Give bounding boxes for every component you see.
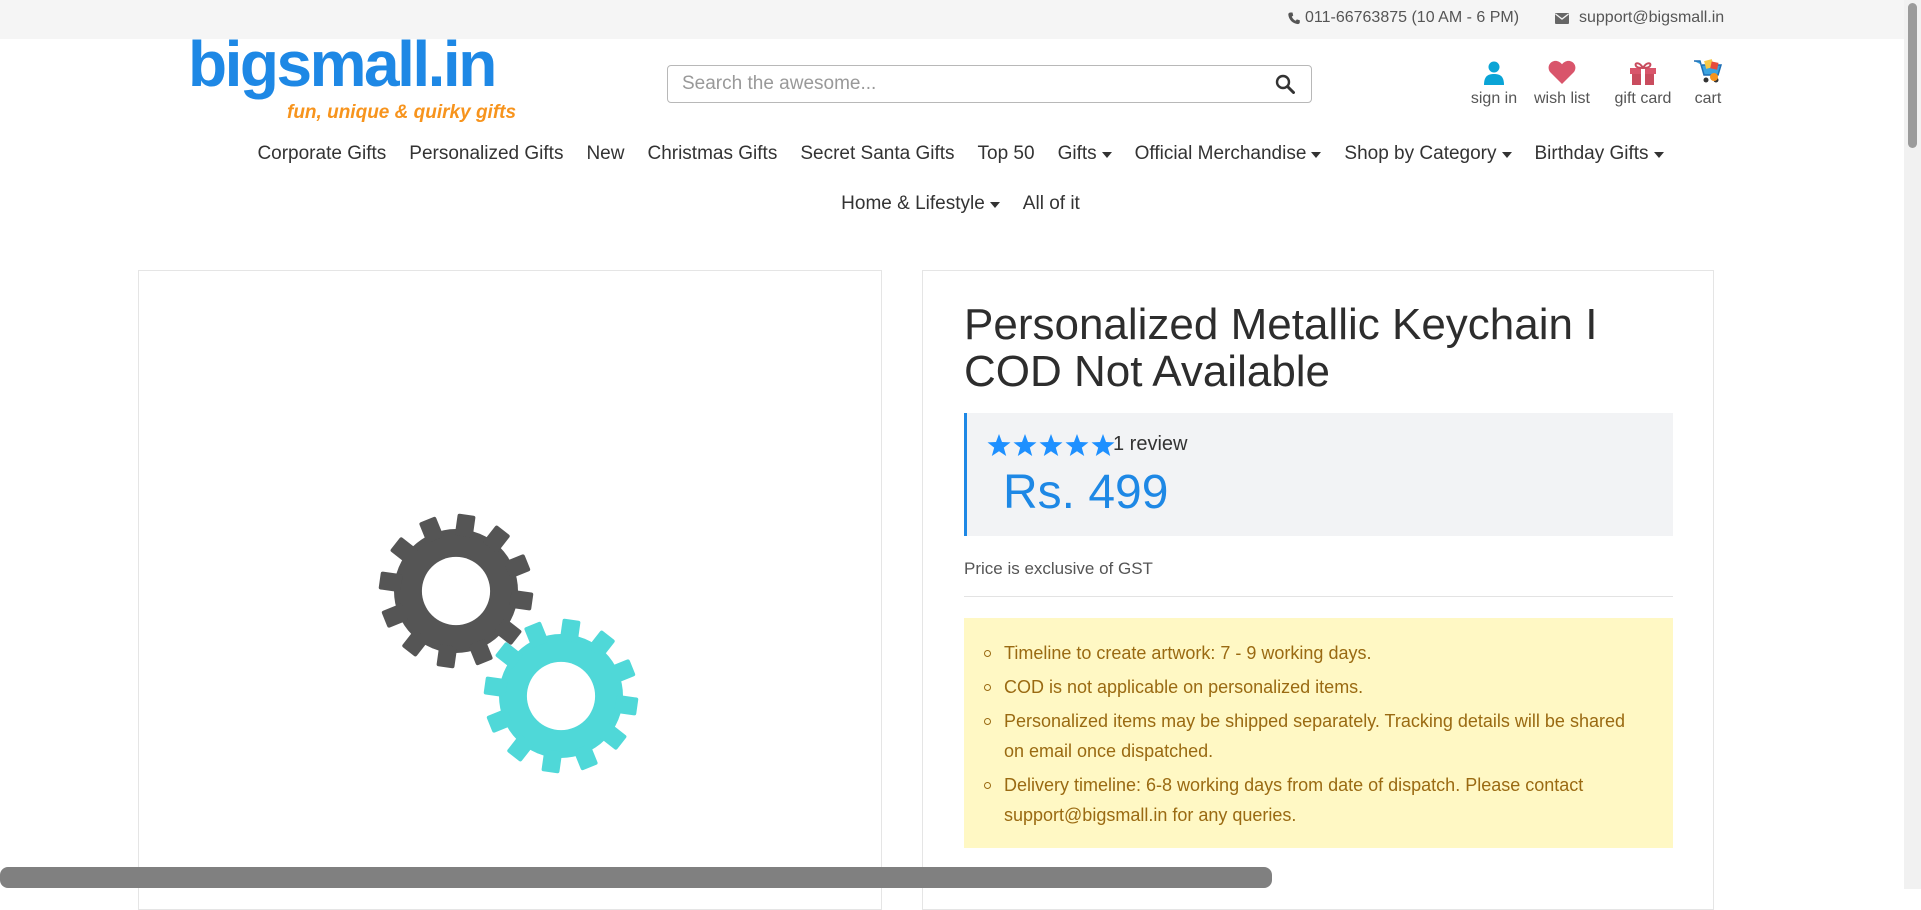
notice-item: COD is not applicable on personalized it… [984, 672, 1643, 702]
star-icon [987, 434, 1011, 456]
vertical-scroll-thumb[interactable] [1908, 3, 1917, 148]
notice-item: Timeline to create artwork: 7 - 9 workin… [984, 638, 1643, 668]
nav-new[interactable]: New [575, 143, 636, 165]
search-box [667, 65, 1312, 103]
horizontal-scrollbar[interactable] [0, 867, 1904, 889]
search-icon[interactable] [1275, 74, 1295, 99]
notice-list: Timeline to create artwork: 7 - 9 workin… [984, 638, 1643, 830]
divider [964, 596, 1673, 597]
nav-label: Birthday Gifts [1534, 143, 1649, 164]
heart-icon [1548, 57, 1576, 85]
phone-number: 011-66763875 (10 AM - 6 PM) [1305, 9, 1520, 26]
nav-home-lifestyle-dropdown[interactable]: Home & Lifestyle [830, 193, 1012, 215]
nav-label: Corporate Gifts [257, 143, 387, 164]
phone-contact[interactable]: 011-66763875 (10 AM - 6 PM) [1288, 9, 1519, 27]
user-icon [1484, 57, 1504, 85]
star-icon [1039, 434, 1063, 456]
nav-label: Christmas Gifts [647, 143, 778, 164]
nav-birthday-gifts-dropdown[interactable]: Birthday Gifts [1523, 143, 1675, 165]
notice-item: Delivery timeline: 6-8 working days from… [984, 770, 1643, 830]
main-nav-row-2: Home & Lifestyle All of it [0, 193, 1921, 215]
gift-card-label: gift card [1614, 90, 1672, 107]
nav-personalized-gifts[interactable]: Personalized Gifts [398, 143, 575, 165]
vertical-scrollbar[interactable] [1904, 0, 1921, 889]
email-address: support@bigsmall.in [1579, 9, 1725, 26]
site-logo[interactable]: bigsmall.in fun, unique & quirky gifts [188, 32, 518, 126]
nav-top-50[interactable]: Top 50 [966, 143, 1046, 165]
caret-down-icon [1311, 152, 1322, 158]
price-box: 1 review Rs. 499 [964, 413, 1673, 536]
notice-item: Personalized items may be shipped separa… [984, 706, 1643, 766]
product-title: Personalized Metallic Keychain I COD Not… [964, 300, 1598, 396]
nav-label: Shop by Category [1344, 143, 1497, 164]
cart-link[interactable]: cart [1689, 57, 1727, 108]
cart-icon [1692, 57, 1724, 85]
main-nav-row-1: Corporate Gifts Personalized Gifts New C… [0, 143, 1921, 165]
product-price: Rs. 499 [1003, 466, 1169, 519]
caret-down-icon [989, 202, 1000, 208]
nav-all-of-it[interactable]: All of it [1011, 193, 1091, 215]
caret-down-icon [1653, 152, 1664, 158]
wish-list-label: wish list [1533, 90, 1590, 107]
shipping-notice-box: Timeline to create artwork: 7 - 9 workin… [964, 618, 1673, 848]
gift-card-link[interactable]: gift card [1610, 57, 1676, 108]
sign-in-label: sign in [1470, 90, 1518, 107]
loading-gears-icon [378, 513, 639, 774]
nav-secret-santa-gifts[interactable]: Secret Santa Gifts [789, 143, 966, 165]
star-icon [1013, 434, 1037, 456]
nav-christmas-gifts[interactable]: Christmas Gifts [636, 143, 789, 165]
nav-label: Personalized Gifts [409, 143, 564, 164]
gift-icon [1630, 57, 1656, 85]
product-image-panel [138, 270, 882, 910]
sign-in-link[interactable]: sign in [1466, 57, 1522, 108]
nav-label: New [586, 143, 625, 164]
nav-gifts-dropdown[interactable]: Gifts [1046, 143, 1123, 165]
tax-note: Price is exclusive of GST [964, 559, 1153, 578]
star-icon [1091, 434, 1115, 456]
horizontal-scroll-thumb[interactable] [0, 867, 1272, 888]
phone-icon [1288, 12, 1300, 24]
nav-label: Top 50 [977, 143, 1035, 164]
product-info-panel: Personalized Metallic Keychain I COD Not… [922, 270, 1714, 910]
nav-label: Official Merchandise [1134, 143, 1307, 164]
nav-label: All of it [1022, 193, 1080, 214]
logo-wordmark: bigsmall.in [188, 28, 497, 100]
caret-down-icon [1101, 152, 1112, 158]
nav-label: Home & Lifestyle [841, 193, 985, 214]
rating-stars[interactable] [987, 434, 1115, 457]
nav-label: Secret Santa Gifts [800, 143, 955, 164]
email-contact[interactable]: support@bigsmall.in [1555, 9, 1724, 27]
caret-down-icon [1501, 152, 1512, 158]
search-input[interactable] [682, 66, 1242, 102]
nav-corporate-gifts[interactable]: Corporate Gifts [246, 143, 398, 165]
wish-list-link[interactable]: wish list [1531, 57, 1593, 108]
nav-shop-by-category-dropdown[interactable]: Shop by Category [1333, 143, 1523, 165]
logo-tagline: fun, unique & quirky gifts [287, 102, 517, 123]
nav-label: Gifts [1057, 143, 1097, 164]
cart-label: cart [1694, 90, 1722, 107]
review-count-link[interactable]: 1 review [1113, 433, 1187, 456]
envelope-icon [1555, 12, 1569, 24]
star-icon [1065, 434, 1089, 456]
nav-official-merchandise-dropdown[interactable]: Official Merchandise [1123, 143, 1333, 165]
